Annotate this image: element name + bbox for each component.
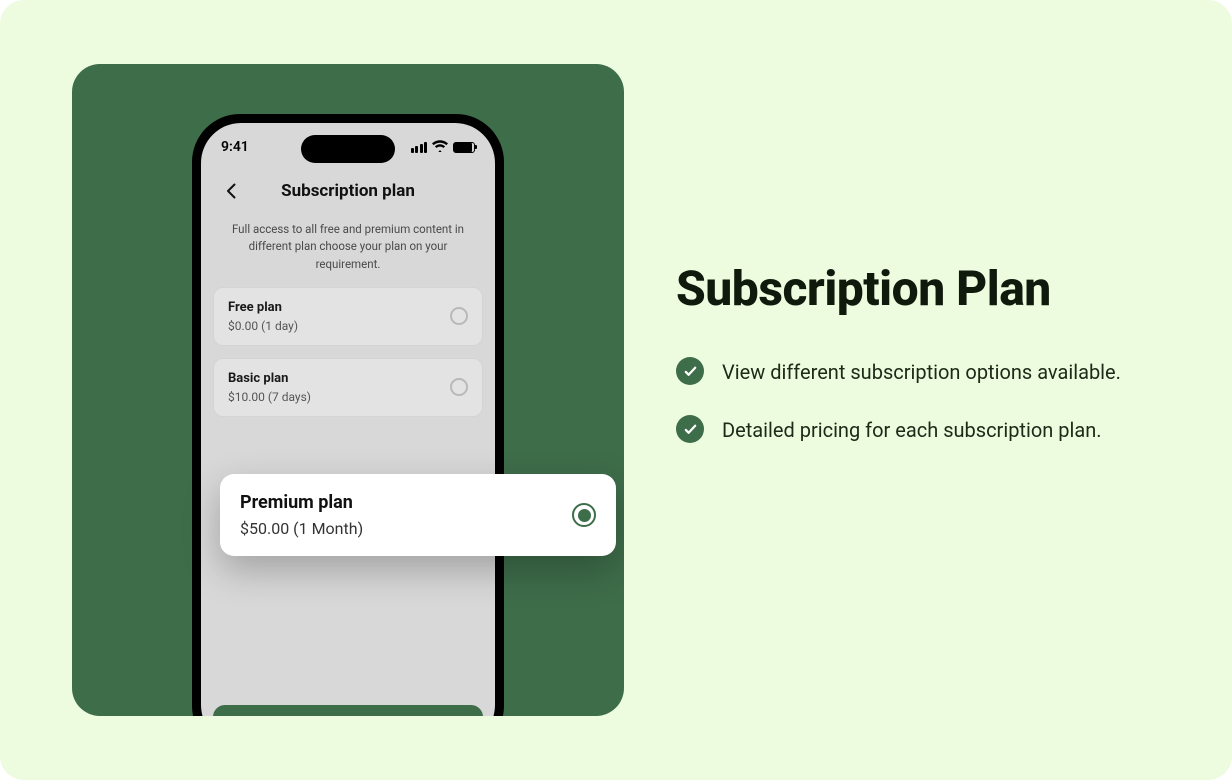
plan-option-free[interactable]: Free plan $0.00 (1 day) (213, 287, 483, 346)
radio-checked-icon[interactable] (572, 503, 596, 527)
phone-frame: 9:41 (192, 114, 504, 716)
check-icon (676, 415, 704, 443)
wifi-icon (432, 140, 448, 155)
screen-description: Full access to all free and premium cont… (219, 221, 477, 273)
phone-screen: 9:41 (201, 123, 495, 716)
feature-item: View different subscription options avai… (676, 357, 1168, 387)
plan-name: Basic plan (228, 371, 311, 386)
plan-name: Premium plan (240, 492, 363, 513)
continue-button[interactable]: Continue (213, 705, 483, 716)
feature-text: View different subscription options avai… (722, 357, 1121, 387)
check-icon (676, 357, 704, 385)
feature-item: Detailed pricing for each subscription p… (676, 415, 1168, 445)
plan-price: $0.00 (1 day) (228, 319, 298, 333)
phone-mockup-card: 9:41 (72, 64, 624, 716)
marketing-copy: Subscription Plan View different subscri… (676, 260, 1168, 445)
radio-unchecked-icon[interactable] (450, 307, 468, 325)
status-time: 9:41 (221, 139, 249, 155)
back-button[interactable] (219, 179, 243, 203)
plan-price: $10.00 (7 days) (228, 390, 311, 404)
status-right (411, 140, 476, 155)
screen-body: Subscription plan Full access to all fre… (201, 171, 495, 716)
feature-list: View different subscription options avai… (676, 357, 1168, 445)
plan-list: Free plan $0.00 (1 day) Basic plan $10.0… (213, 287, 483, 489)
page-title: Subscription Plan (676, 260, 1168, 317)
screen-title: Subscription plan (281, 181, 415, 201)
plan-name: Free plan (228, 300, 298, 315)
signal-icon (411, 142, 428, 153)
plan-option-basic[interactable]: Basic plan $10.00 (7 days) (213, 358, 483, 417)
plan-option-premium[interactable]: Premium plan $50.00 (1 Month) (220, 474, 616, 556)
notch-pill (301, 135, 395, 163)
feature-text: Detailed pricing for each subscription p… (722, 415, 1102, 445)
screen-header: Subscription plan (213, 171, 483, 211)
marketing-panel: 9:41 (0, 0, 1232, 780)
battery-icon (453, 142, 475, 153)
radio-unchecked-icon[interactable] (450, 378, 468, 396)
plan-price: $50.00 (1 Month) (240, 519, 363, 538)
